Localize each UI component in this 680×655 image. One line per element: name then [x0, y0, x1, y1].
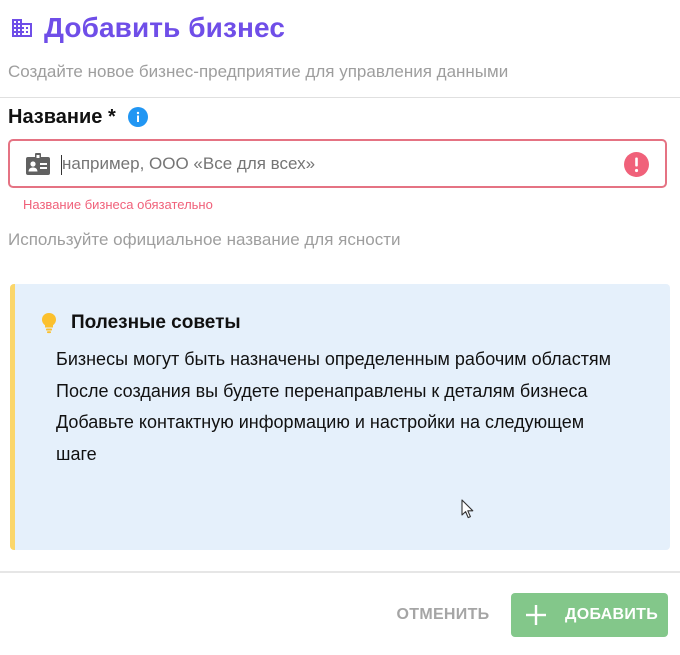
error-icon — [624, 152, 649, 177]
add-button[interactable]: ДОБАВИТЬ — [511, 593, 668, 637]
tips-list: Бизнесы могут быть назначены определенны… — [56, 344, 616, 470]
page-title: Добавить бизнес — [44, 12, 286, 43]
name-input-placeholder: например, ООО «Все для всех» — [62, 154, 316, 173]
tips-panel: Полезные советы Бизнесы могут быть назна… — [10, 284, 670, 550]
tip-item: Добавьте контактную информацию и настрой… — [56, 412, 585, 464]
add-button-label: ДОБАВИТЬ — [565, 606, 659, 623]
tips-header: Полезные советы — [41, 312, 241, 334]
plus-icon — [525, 604, 547, 626]
mouse-cursor-icon — [461, 499, 475, 519]
name-error-message: Название бизнеса обязательно — [23, 197, 213, 212]
building-icon — [10, 16, 34, 40]
tips-title: Полезные советы — [71, 312, 241, 333]
name-label-row: Название * — [8, 104, 148, 130]
cancel-button[interactable]: ОТМЕНИТЬ — [388, 596, 498, 634]
footer-divider — [0, 571, 680, 573]
dialog-header: Добавить бизнес Создайте новое бизнес-пр… — [0, 0, 680, 98]
title-row: Добавить бизнес — [10, 10, 285, 46]
tip-item: После создания вы будете перенаправлены … — [56, 380, 588, 401]
name-helper-text: Используйте официальное название для ясн… — [8, 230, 401, 249]
name-field-label: Название * — [8, 105, 116, 128]
tip-item: Бизнесы могут быть назначены определенны… — [56, 349, 612, 369]
business-name-input[interactable]: например, ООО «Все для всех» — [8, 139, 667, 188]
id-badge-icon — [26, 153, 50, 175]
page-subtitle: Создайте новое бизнес-предприятие для уп… — [8, 62, 509, 81]
info-icon[interactable] — [127, 107, 148, 127]
lightbulb-icon — [41, 312, 57, 334]
